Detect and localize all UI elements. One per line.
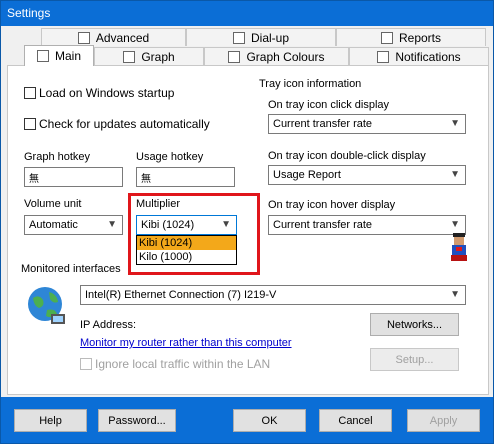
load-on-startup-label: Load on Windows startup <box>39 86 175 100</box>
help-button[interactable]: Help <box>14 409 87 432</box>
usage-hotkey-label: Usage hotkey <box>136 151 204 163</box>
tab-strip: Advanced Dial-up Reports Main Graph Grap… <box>1 26 493 66</box>
load-on-startup-checkbox[interactable]: Load on Windows startup <box>24 86 174 100</box>
title-bar: Settings <box>1 1 493 26</box>
ip-address-label: IP Address: <box>80 319 137 331</box>
tray-click-select[interactable]: Current transfer rate ▼ <box>268 114 466 134</box>
tab-dialup-label: Dial-up <box>250 30 289 45</box>
chevron-down-icon: ▼ <box>450 169 460 180</box>
tray-hover-value: Current transfer rate <box>273 219 373 231</box>
tab-notifications-label: Notifications <box>395 49 461 64</box>
tray-click-value: Current transfer rate <box>273 118 373 130</box>
volume-unit-select[interactable]: Automatic ▼ <box>24 215 123 235</box>
tab-graph-label: Graph <box>141 49 175 64</box>
networks-button[interactable]: Networks... <box>370 313 459 336</box>
window-title: Settings <box>7 6 51 20</box>
tab-advanced-label: Advanced <box>95 30 150 45</box>
ignore-lan-label: Ignore local traffic within the LAN <box>95 357 271 371</box>
tab-graph-colours[interactable]: Graph Colours <box>204 47 349 65</box>
tray-dblclick-select[interactable]: Usage Report ▼ <box>268 165 466 185</box>
tab-main-label: Main <box>54 49 81 63</box>
tray-hover-select[interactable]: Current transfer rate ▼ <box>268 215 466 235</box>
chevron-down-icon: ▼ <box>450 219 460 230</box>
checkbox-box[interactable] <box>24 118 36 130</box>
check-updates-label: Check for updates automatically <box>39 117 210 131</box>
cancel-button[interactable]: Cancel <box>319 409 392 432</box>
graph-hotkey-label: Graph hotkey <box>24 151 91 163</box>
tray-click-label: On tray icon click display <box>268 99 390 111</box>
tab-main[interactable]: Main <box>24 45 94 66</box>
settings-window: Settings Advanced Dial-up Reports Main G… <box>0 0 494 444</box>
tab-dialup[interactable]: Dial-up <box>186 28 336 46</box>
superman-icon <box>451 233 467 261</box>
tab-reports[interactable]: Reports <box>336 28 486 46</box>
tray-hover-label: On tray icon hover display <box>268 199 396 211</box>
ignore-lan-checkbox[interactable]: Ignore local traffic within the LAN <box>80 357 270 371</box>
tab-advanced[interactable]: Advanced <box>41 28 186 46</box>
check-updates-checkbox[interactable]: Check for updates automatically <box>24 117 210 131</box>
network-adapter-select[interactable]: Intel(R) Ethernet Connection (7) I219-V … <box>80 285 466 305</box>
chevron-down-icon: ▼ <box>107 219 117 230</box>
checkbox-box[interactable] <box>24 87 36 99</box>
globe-network-icon <box>28 287 65 324</box>
chevron-down-icon: ▼ <box>450 289 460 300</box>
tray-group-label: Tray icon information <box>259 78 362 90</box>
password-button[interactable]: Password... <box>98 409 176 432</box>
advanced-icon <box>77 31 90 44</box>
tab-graph[interactable]: Graph <box>94 47 204 65</box>
tab-reports-label: Reports <box>398 30 442 45</box>
main-icon <box>36 50 49 62</box>
reports-icon <box>380 31 393 44</box>
dialup-icon <box>232 31 245 44</box>
network-adapter-value: Intel(R) Ethernet Connection (7) I219-V <box>85 289 277 301</box>
volume-unit-value: Automatic <box>29 219 78 231</box>
tab-notifications[interactable]: Notifications <box>349 47 489 65</box>
tray-dblclick-label: On tray icon double-click display <box>268 150 426 162</box>
setup-button[interactable]: Setup... <box>370 348 459 371</box>
volume-unit-label: Volume unit <box>24 198 82 210</box>
tray-dblclick-value: Usage Report <box>273 169 341 181</box>
monitor-router-link[interactable]: Monitor my router rather than this compu… <box>80 337 292 349</box>
graph-colours-icon <box>228 50 241 63</box>
interfaces-group-label: Monitored interfaces <box>21 263 121 275</box>
tab-graph-colours-label: Graph Colours <box>246 49 325 64</box>
graph-icon <box>123 50 136 63</box>
graph-hotkey-field[interactable]: 無 <box>24 167 123 187</box>
highlight-box <box>128 193 260 275</box>
checkbox-box[interactable] <box>80 358 92 370</box>
ok-button[interactable]: OK <box>233 409 306 432</box>
apply-button[interactable]: Apply <box>407 409 480 432</box>
usage-hotkey-field[interactable]: 無 <box>136 167 235 187</box>
chevron-down-icon: ▼ <box>450 118 460 129</box>
notifications-icon <box>377 50 390 63</box>
